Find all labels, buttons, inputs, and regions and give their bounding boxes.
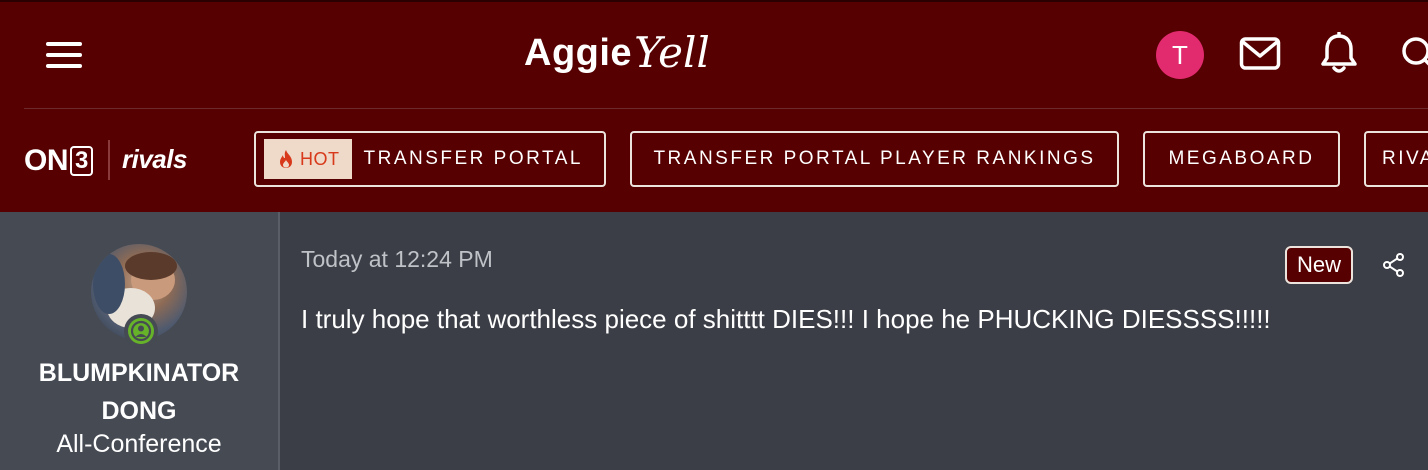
search-icon[interactable] (1400, 36, 1428, 77)
rivals-logo: rivals (122, 144, 187, 174)
post-author-column: BLUMPKINATOR DONG All-Conference (0, 212, 278, 470)
username-line2: DONG (101, 397, 177, 425)
nav-label: TRANSFER PORTAL PLAYER RANKINGS (653, 148, 1096, 169)
post-timestamp[interactable]: Today at 12:24 PM (301, 246, 493, 273)
site-logo[interactable]: AggieYell (524, 28, 710, 80)
logo-text-yell: Yell (634, 28, 710, 77)
menu-icon[interactable] (44, 40, 84, 70)
hot-badge: HOT (264, 139, 352, 179)
header-top-border (0, 0, 1428, 2)
post-body: I truly hope that worthless piece of shi… (301, 304, 1271, 334)
username-line1: BLUMPKINATOR (38, 359, 240, 387)
nav-megaboard[interactable]: MEGABOARD (1143, 131, 1340, 187)
bell-icon[interactable] (1319, 31, 1359, 81)
post-container: BLUMPKINATOR DONG All-Conference Today a… (0, 212, 1428, 470)
nav-transfer-portal-player-rankings[interactable]: TRANSFER PORTAL PLAYER RANKINGS (630, 131, 1119, 187)
nav-rivals[interactable]: RIVALS (1364, 131, 1428, 187)
nav-label: TRANSFER PORTAL (363, 148, 583, 169)
logo-text-aggie: Aggie (524, 32, 633, 74)
online-status-icon (124, 314, 158, 348)
nav-label: RIVALS (1382, 148, 1428, 169)
author-title: All-Conference (56, 430, 222, 458)
column-divider (278, 212, 280, 470)
nav-label: MEGABOARD (1168, 148, 1315, 169)
author-username[interactable]: BLUMPKINATOR DONG (0, 354, 278, 430)
user-avatar-button[interactable]: T (1156, 31, 1204, 79)
hot-label: HOT (300, 148, 340, 169)
header-divider (24, 108, 1428, 109)
brand-separator (108, 140, 110, 180)
flame-icon (280, 150, 292, 168)
on3-logo: ON 3 (24, 144, 93, 178)
site-header: AggieYell T ON 3 rivals HOT TRANSFER PORT… (0, 0, 1428, 212)
share-icon[interactable] (1382, 253, 1406, 282)
nav-transfer-portal[interactable]: HOT TRANSFER PORTAL (254, 131, 606, 187)
mail-icon[interactable] (1239, 36, 1281, 77)
new-badge: New (1285, 246, 1353, 284)
